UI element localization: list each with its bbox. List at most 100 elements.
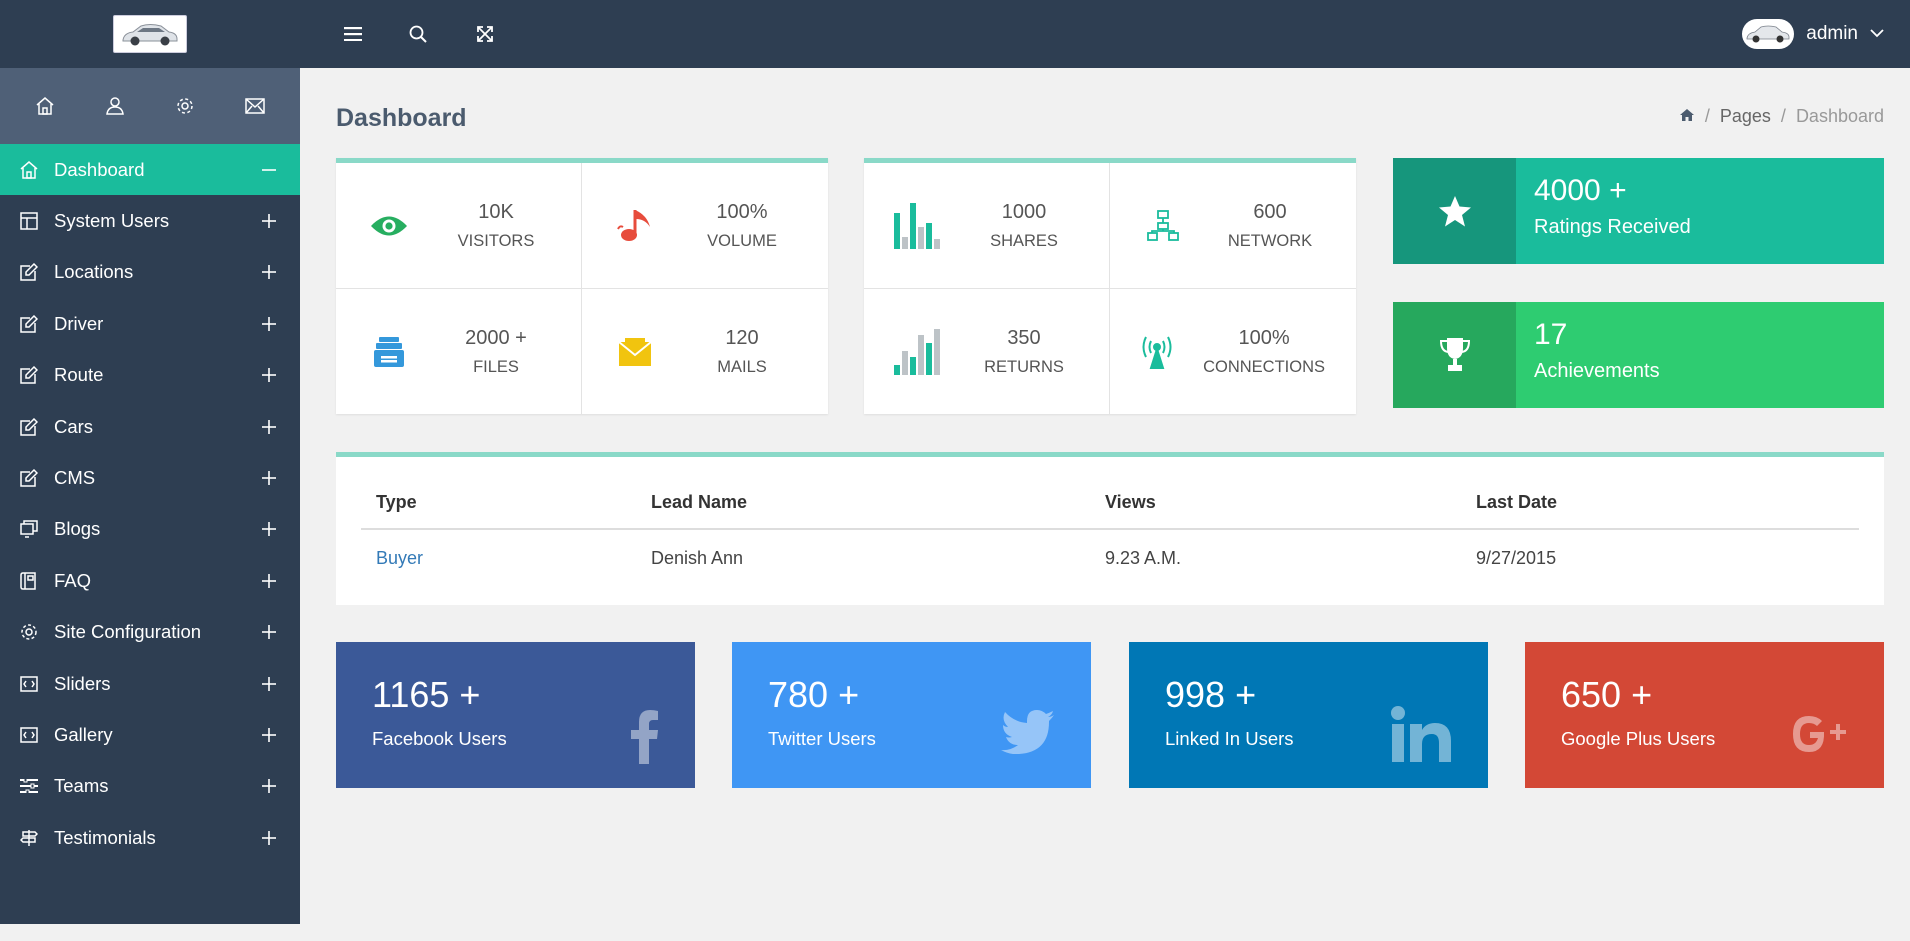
sidebar-item-cms[interactable]: CMS (0, 452, 300, 503)
archive-icon (336, 322, 441, 382)
brand-logo[interactable] (0, 0, 300, 68)
sidebar-item-blogs[interactable]: Blogs (0, 504, 300, 555)
ratings-tile: 4000 + Ratings Received (1393, 158, 1884, 264)
collapse-minus-icon[interactable] (260, 161, 278, 179)
stat-value: 10K (478, 200, 514, 223)
team-icon (18, 775, 40, 797)
user-menu[interactable]: admin (1742, 14, 1884, 54)
star-icon (1393, 158, 1516, 264)
stat-label: NETWORK (1227, 231, 1313, 250)
expand-plus-icon[interactable] (260, 263, 278, 281)
sidebar-item-label: Locations (54, 261, 134, 283)
social-count: 780 + (768, 674, 860, 715)
search-icon[interactable] (403, 19, 433, 49)
social-label: Facebook Users (372, 728, 507, 749)
expand-plus-icon[interactable] (260, 572, 278, 590)
slider-icon (18, 724, 40, 746)
stat-label: MAILS (717, 357, 767, 376)
mail-icon[interactable] (237, 88, 273, 124)
bar-chart-icon (864, 322, 969, 382)
column-header: Views (1090, 477, 1461, 530)
sidebar-item-dashboard[interactable]: Dashboard (0, 144, 300, 196)
sidebar-item-site-configuration[interactable]: Site Configuration (0, 607, 300, 658)
sidebar: Dashboard System Users Locations Driver Rout… (0, 68, 300, 924)
stat-label: VOLUME (707, 231, 777, 250)
copy-icon (18, 518, 40, 540)
sidebar-item-label: Dashboard (54, 158, 145, 180)
linkedin-icon (1390, 706, 1452, 767)
music-note-icon (582, 196, 687, 256)
sidebar-item-cars[interactable]: Cars (0, 401, 300, 452)
sidebar-nav: Dashboard System Users Locations Driver Rout… (0, 144, 300, 863)
car-logo-image[interactable] (113, 15, 187, 53)
sidebar-item-label: Blogs (54, 518, 101, 540)
chevron-down-icon[interactable] (1870, 25, 1884, 43)
sidebar-item-sliders[interactable]: Sliders (0, 658, 300, 709)
menu-icon[interactable] (338, 19, 368, 49)
table-row: Buyer Denish Ann 9.23 A.M. 9/27/2015 (361, 529, 1859, 587)
avatar[interactable] (1742, 19, 1795, 49)
expand-plus-icon[interactable] (260, 418, 278, 436)
stats-panel-right: 1000 SHARES 600 NETWORK 350 RETURNS 100%… (864, 158, 1356, 414)
twitter-icon (1001, 710, 1055, 759)
expand-plus-icon[interactable] (260, 366, 278, 384)
facebook-icon (629, 708, 659, 769)
breadcrumb-home-icon[interactable] (1679, 106, 1695, 127)
breadcrumb-pages[interactable]: Pages (1720, 106, 1771, 127)
tile-label: Ratings Received (1534, 216, 1691, 238)
edit-icon (18, 313, 40, 335)
stat-label: VISITORS (457, 231, 535, 250)
sidebar-item-system-users[interactable]: System Users (0, 195, 300, 246)
sidebar-quick-bar (0, 68, 300, 144)
expand-plus-icon[interactable] (260, 675, 278, 693)
achievements-tile: 17 Achievements (1393, 302, 1884, 408)
sidebar-item-label: Route (54, 364, 104, 386)
top-navbar: admin (0, 0, 1910, 68)
sidebar-item-gallery[interactable]: Gallery (0, 709, 300, 760)
home-icon (18, 159, 40, 181)
home-icon[interactable] (27, 88, 63, 124)
tile-label: Achievements (1534, 360, 1660, 382)
sidebar-item-label: Teams (54, 775, 109, 797)
sidebar-item-label: System Users (54, 210, 170, 232)
edit-icon (18, 261, 40, 283)
slider-icon (18, 673, 40, 695)
google-plus-users-card: 650 + Google Plus Users (1525, 642, 1884, 788)
sidebar-item-testimonials[interactable]: Testimonials (0, 812, 300, 863)
gear-icon[interactable] (167, 88, 203, 124)
expand-plus-icon[interactable] (260, 777, 278, 795)
breadcrumb: / Pages / Dashboard (1679, 106, 1884, 127)
twitter-users-card: 780 + Twitter Users (732, 642, 1091, 788)
bar-chart-icon (864, 196, 969, 256)
expand-plus-icon[interactable] (260, 726, 278, 744)
edit-icon (18, 364, 40, 386)
expand-plus-icon[interactable] (260, 520, 278, 538)
stat-value: 100% (716, 200, 768, 223)
sidebar-item-route[interactable]: Route (0, 350, 300, 401)
page-title: Dashboard (336, 104, 467, 132)
expand-plus-icon[interactable] (260, 212, 278, 230)
linkedin-users-card: 998 + Linked In Users (1129, 642, 1488, 788)
expand-plus-icon[interactable] (260, 623, 278, 641)
expand-plus-icon[interactable] (260, 829, 278, 847)
sidebar-item-locations[interactable]: Locations (0, 247, 300, 298)
stat-label: CONNECTIONS (1203, 357, 1325, 376)
sidebar-item-teams[interactable]: Teams (0, 761, 300, 812)
stat-files: 2000 + FILES (336, 289, 581, 414)
sidebar-item-driver[interactable]: Driver (0, 298, 300, 349)
column-header: Last Date (1461, 477, 1859, 530)
stat-value: 120 (725, 326, 759, 349)
expand-plus-icon[interactable] (260, 315, 278, 333)
user-name[interactable]: admin (1806, 23, 1858, 45)
lead-name-cell: Denish Ann (651, 548, 744, 568)
social-label: Google Plus Users (1561, 728, 1716, 749)
lead-type-link[interactable]: Buyer (361, 529, 636, 587)
sidebar-item-faq[interactable]: FAQ (0, 555, 300, 606)
stat-connections: 100% CONNECTIONS (1110, 289, 1355, 414)
stat-visitors: 10K VISITORS (336, 163, 581, 288)
sidebar-item-label: Sliders (54, 672, 111, 694)
fullscreen-icon[interactable] (470, 19, 500, 49)
breadcrumb-current: Dashboard (1795, 106, 1884, 126)
user-icon[interactable] (97, 88, 133, 124)
expand-plus-icon[interactable] (260, 469, 278, 487)
